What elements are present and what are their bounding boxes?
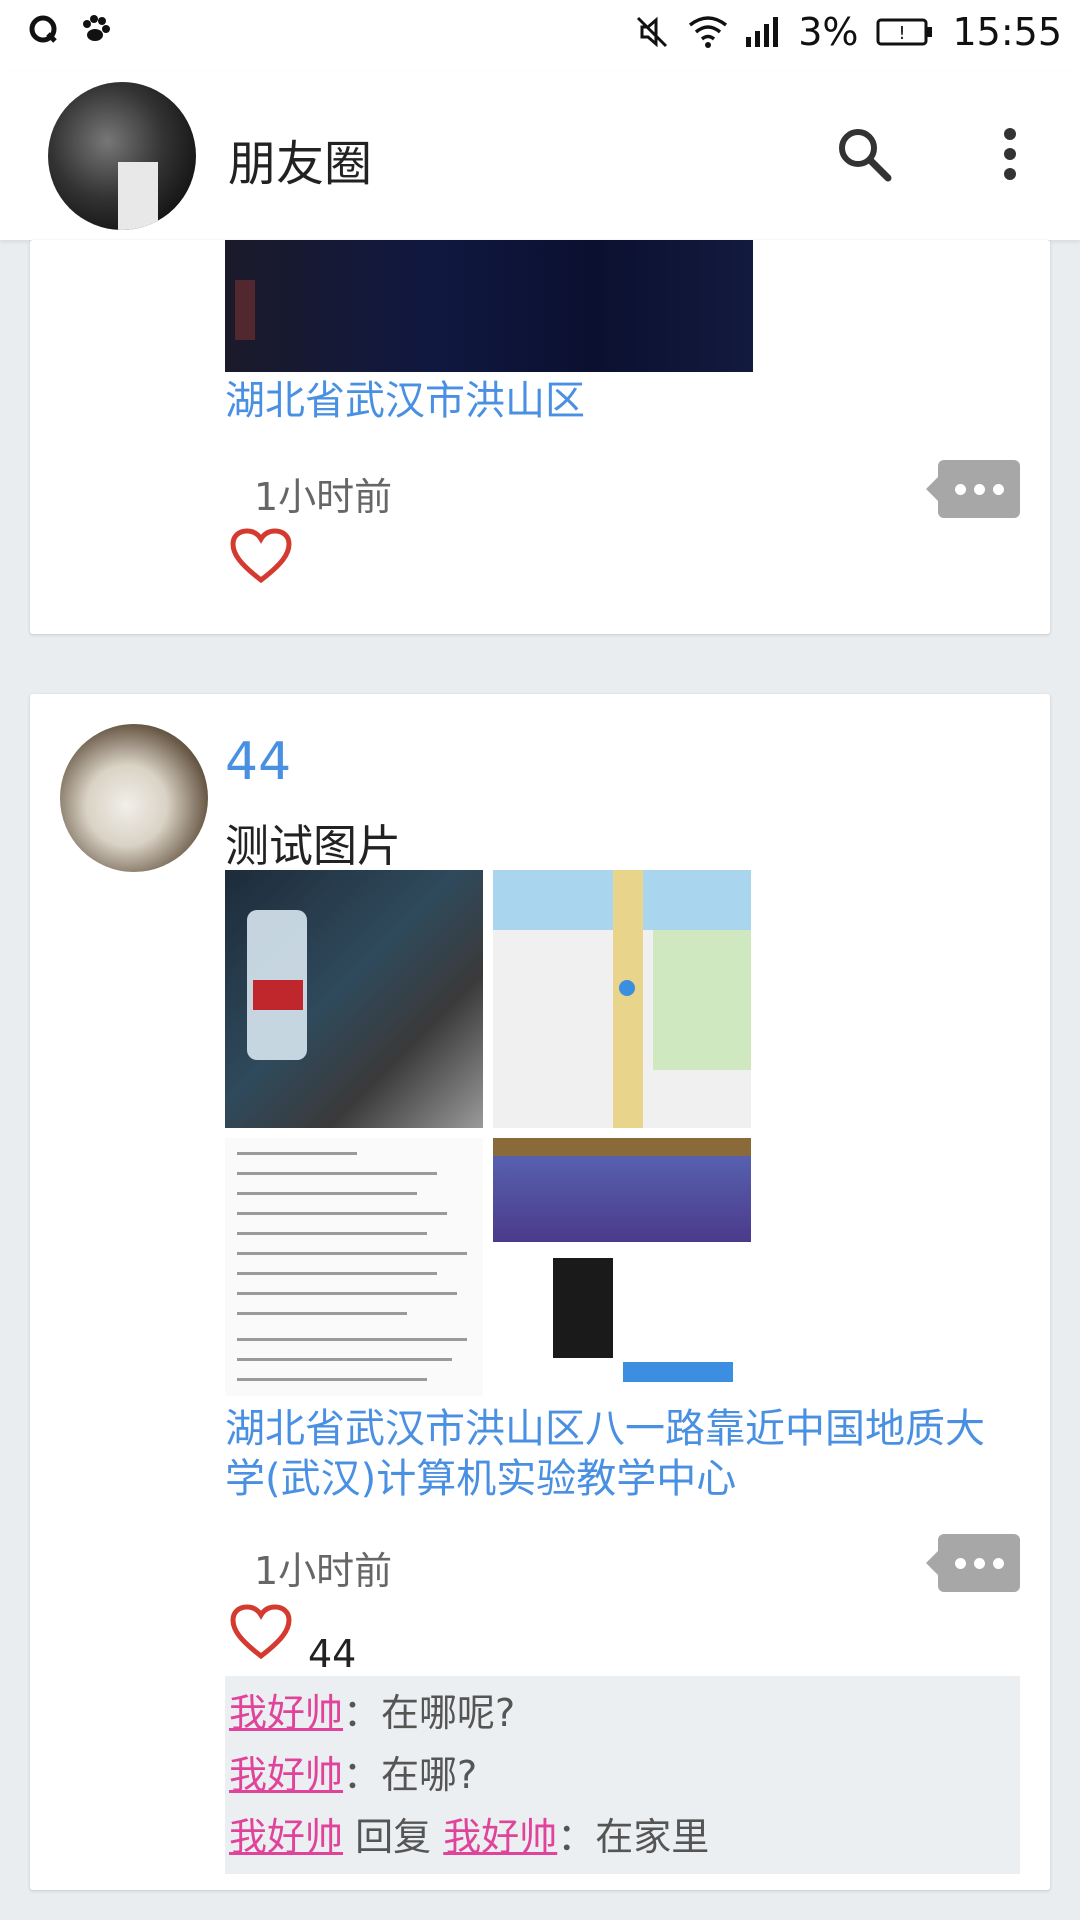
comment-user[interactable]: 我好帅 [229, 1753, 343, 1797]
heart-icon[interactable] [230, 528, 292, 584]
battery-percent: 3% [798, 10, 859, 54]
post-author[interactable]: 44 [225, 732, 291, 792]
wifi-icon [689, 16, 728, 48]
author-avatar[interactable] [60, 724, 208, 872]
baidu-icon [83, 15, 110, 41]
app-header: 朋友圈 [0, 72, 1080, 240]
post-image[interactable] [225, 870, 483, 1128]
comment-more-icon [954, 1557, 966, 1569]
reply-word: 回复 [355, 1815, 432, 1859]
more-vert-icon[interactable] [978, 122, 1042, 186]
mute-icon [637, 16, 668, 48]
post-time: 1小时前 [254, 1549, 393, 1593]
comment-list: 我好帅：在哪呢? 我好帅：在哪? 我好帅 回复 我好帅：在家里 [225, 1676, 1020, 1874]
svg-text:!: ! [899, 23, 906, 44]
post-image[interactable] [225, 1138, 483, 1396]
page-title: 朋友圈 [228, 136, 373, 192]
signal-icon [746, 17, 779, 47]
post-text: 测试图片 [225, 821, 401, 872]
like-count: 44 [308, 1632, 357, 1676]
battery-icon: ! [876, 18, 933, 46]
comment-text: 在哪呢? [381, 1691, 516, 1735]
post-card: 湖北省武汉市洪山区 1小时前 [30, 240, 1050, 634]
comment-item[interactable]: 我好帅 回复 我好帅：在家里 [225, 1806, 1020, 1868]
comment-more-icon [954, 483, 966, 495]
clock-time: 15:55 [952, 10, 1062, 54]
post-time: 1小时前 [254, 475, 393, 519]
post-image[interactable] [493, 870, 751, 1128]
post-location[interactable]: 湖北省武汉市洪山区八一路靠近中国地质大学(武汉)计算机实验教学中心 [225, 1404, 1020, 1504]
comment-more-button[interactable] [926, 1534, 1020, 1592]
comment-item[interactable]: 我好帅：在哪? [225, 1744, 1020, 1806]
search-icon[interactable] [832, 122, 896, 186]
comment-user[interactable]: 我好帅 [229, 1691, 343, 1735]
post-card: 44 测试图片 湖北省武汉市洪山区八一路靠近中国地质大学(武汉)计算机实验教学中… [30, 694, 1050, 1890]
post-image[interactable] [493, 1138, 751, 1396]
user-avatar[interactable] [48, 82, 196, 230]
post-location[interactable]: 湖北省武汉市洪山区 [225, 376, 585, 426]
post-photo[interactable] [225, 240, 753, 372]
comment-text: 在哪? [381, 1753, 478, 1797]
heart-icon[interactable] [230, 1604, 292, 1660]
qq-icon [29, 15, 57, 43]
reply-to-user[interactable]: 我好帅 [443, 1815, 557, 1859]
comment-more-button[interactable] [926, 460, 1020, 518]
comment-item[interactable]: 我好帅：在哪呢? [225, 1682, 1020, 1744]
comment-text: 在家里 [595, 1815, 710, 1859]
comment-user[interactable]: 我好帅 [229, 1815, 343, 1859]
status-bar: 3% ! 15:55 [0, 0, 1080, 72]
map-pin-icon [619, 980, 635, 996]
